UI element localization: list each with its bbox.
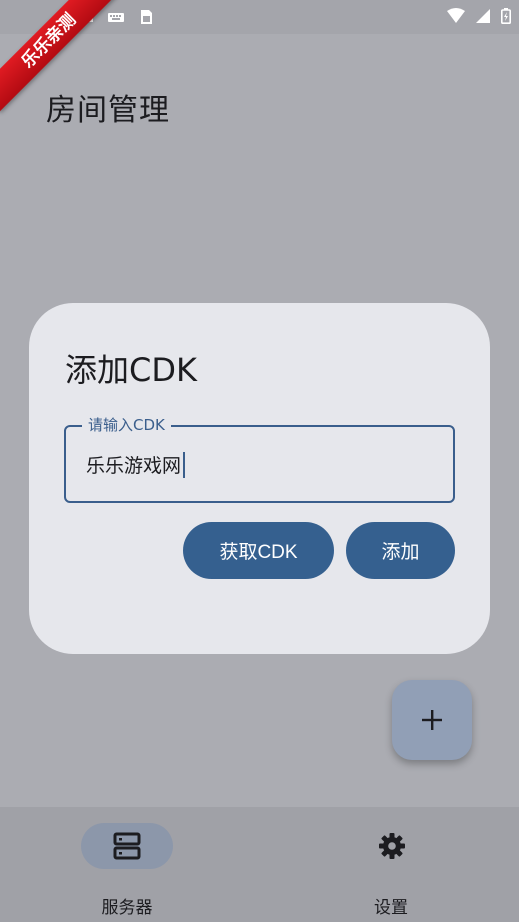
wifi-icon [447,8,465,23]
text-cursor [183,451,186,478]
nav-item-servers[interactable]: 服务器 [47,823,207,918]
gear-icon [379,833,405,859]
battery-icon [501,8,511,24]
add-fab[interactable] [392,680,472,760]
ribbon-text: 乐乐亲测 [0,0,120,112]
cdk-input-value-wrap[interactable]: 乐乐游戏网 [86,451,186,478]
nav-icon-settings-wrap [312,831,472,861]
add-button[interactable]: 添加 [346,522,455,579]
signal-icon [476,9,490,23]
sim-card-icon [141,10,152,24]
nav-label-settings: 设置 [374,898,408,918]
cdk-input-value[interactable]: 乐乐游戏网 [86,451,181,478]
plus-icon [422,710,442,730]
get-cdk-button[interactable]: 获取CDK [183,522,334,579]
status-right-icons [447,8,511,24]
nav-icon-servers-wrap [47,831,207,861]
dialog-title: 添加CDK [65,351,197,389]
nav-item-settings[interactable]: 设置 [312,823,472,918]
bottom-navigation: 服务器 设置 [0,807,519,922]
ribbon-watermark: 乐乐亲测 [0,0,120,120]
add-cdk-dialog: 添加CDK 请输入CDK 乐乐游戏网 获取CDK 添加 [29,303,490,654]
cdk-input-field[interactable]: 请输入CDK 乐乐游戏网 [64,415,455,503]
nav-label-servers: 服务器 [101,898,153,918]
cdk-input-label: 请输入CDK [82,415,171,435]
server-icon [113,832,141,860]
